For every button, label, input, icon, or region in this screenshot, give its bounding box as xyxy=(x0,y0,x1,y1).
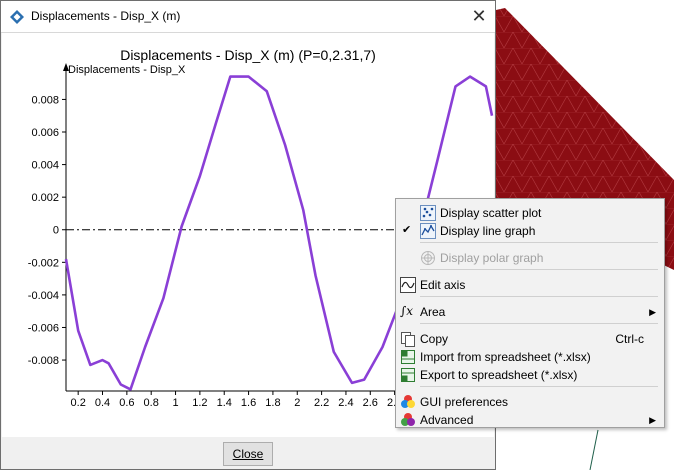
menu-item-export-spreadsheet[interactable]: Export to spreadsheet (*.xlsx) xyxy=(398,366,662,384)
x-tick-label: 0.4 xyxy=(95,397,110,409)
menu-item-label: Edit axis xyxy=(420,278,466,292)
x-tick-label: 0.2 xyxy=(71,397,86,409)
menu-item-area[interactable]: ∫x Area ▶ xyxy=(398,303,662,321)
model-edge-line xyxy=(589,429,599,470)
spreadsheet-export-icon xyxy=(401,368,415,382)
checkmark-icon: ✔ xyxy=(402,224,412,236)
scatter-plot-icon xyxy=(420,205,436,221)
menu-item-edit-axis[interactable]: Edit axis xyxy=(398,276,662,294)
menu-item-gui-preferences[interactable]: GUI preferences xyxy=(398,393,662,411)
x-tick-label: 2.4 xyxy=(338,397,353,409)
y-tick-label: 0.004 xyxy=(31,160,59,172)
y-tick-label: 0.006 xyxy=(31,127,59,139)
menu-separator xyxy=(420,296,658,297)
copy-shortcut: Ctrl-c xyxy=(615,332,644,346)
title-bar[interactable]: Displacements - Disp_X (m) ✕ xyxy=(1,1,495,33)
menu-item-label: Advanced xyxy=(420,413,474,427)
x-tick-label: 1.8 xyxy=(265,397,280,409)
x-tick-label: 0.8 xyxy=(144,397,159,409)
line-graph-icon xyxy=(420,223,436,239)
y-tick-label: 0.002 xyxy=(31,192,59,204)
menu-item-label: GUI preferences xyxy=(420,395,509,409)
menu-item-advanced[interactable]: Advanced ▶ xyxy=(398,411,662,429)
copy-icon xyxy=(401,332,415,347)
x-tick-label: 1.6 xyxy=(241,397,256,409)
x-tick-label: 2.2 xyxy=(314,397,329,409)
x-tick-label: 2.6 xyxy=(363,397,378,409)
submenu-arrow-icon: ▶ xyxy=(649,307,656,317)
menu-item-copy[interactable]: Copy Ctrl-c xyxy=(398,330,662,348)
menu-item-label: Copy xyxy=(420,332,449,346)
menu-item-label: Display scatter plot xyxy=(440,206,542,220)
polar-graph-icon xyxy=(421,251,435,265)
menu-item-label: Area xyxy=(420,305,446,319)
app-diamond-icon xyxy=(10,10,24,24)
color-wheel-icon xyxy=(401,395,415,408)
menu-item-display-scatter-plot[interactable]: Display scatter plot xyxy=(398,204,662,222)
spreadsheet-import-icon xyxy=(401,350,415,364)
menu-item-import-spreadsheet[interactable]: Import from spreadsheet (*.xlsx) xyxy=(398,348,662,366)
x-tick-label: 0.6 xyxy=(119,397,134,409)
menu-item-label: Import from spreadsheet (*.xlsx) xyxy=(420,350,591,364)
y-tick-label: 0 xyxy=(53,225,59,237)
menu-item-label: Display line graph xyxy=(440,224,536,238)
y-tick-label: -0.004 xyxy=(28,290,59,302)
menu-separator xyxy=(420,242,658,243)
y-axis-label: Displacements - Disp_X xyxy=(68,64,186,76)
chart-title: Displacements - Disp_X (m) (P=0,2.31,7) xyxy=(120,47,376,63)
window-close-button[interactable]: ✕ xyxy=(467,5,491,27)
integral-icon: ∫x xyxy=(400,304,414,318)
y-tick-label: -0.006 xyxy=(28,322,59,334)
menu-separator xyxy=(420,323,658,324)
window-title: Displacements - Disp_X (m) xyxy=(31,9,181,23)
close-button[interactable]: Close xyxy=(223,442,273,466)
y-tick-label: 0.008 xyxy=(31,94,59,106)
color-wheel-icon xyxy=(401,413,415,426)
menu-item-label: Export to spreadsheet (*.xlsx) xyxy=(420,368,578,382)
context-menu: Display scatter plot ✔ Display line grap… xyxy=(395,198,665,428)
menu-item-display-line-graph[interactable]: ✔ Display line graph xyxy=(398,222,662,240)
y-tick-label: -0.008 xyxy=(28,355,59,367)
x-tick-label: 2 xyxy=(294,397,300,409)
axis-icon xyxy=(400,277,416,293)
x-tick-label: 1 xyxy=(172,397,178,409)
x-tick-label: 1.2 xyxy=(192,397,207,409)
submenu-arrow-icon: ▶ xyxy=(649,415,656,425)
menu-separator xyxy=(420,269,658,270)
menu-separator xyxy=(420,386,658,387)
menu-item-display-polar-graph[interactable]: Display polar graph xyxy=(398,249,662,267)
x-tick-label: 1.4 xyxy=(217,397,232,409)
menu-item-label: Display polar graph xyxy=(440,251,544,265)
y-tick-label: -0.002 xyxy=(28,257,59,269)
